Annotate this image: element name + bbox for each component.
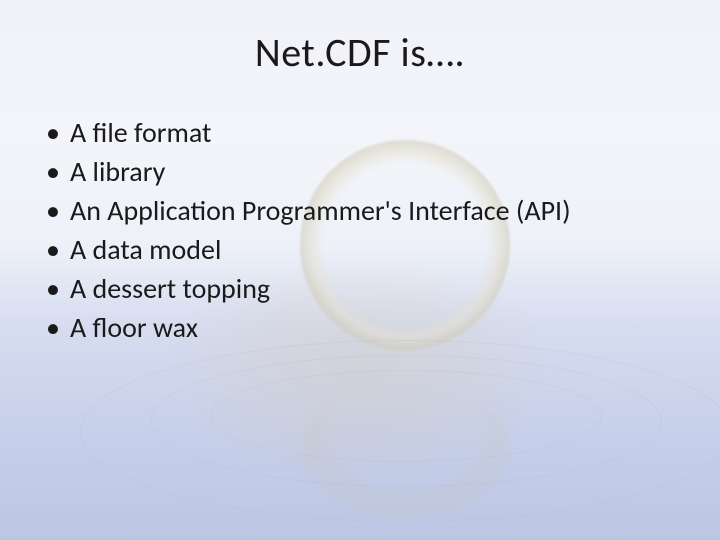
slide-body: A file format A library An Application P… <box>42 115 680 349</box>
list-item: An Application Programmer's Interface (A… <box>42 193 680 228</box>
list-item: A library <box>42 154 680 189</box>
list-item: A file format <box>42 115 680 150</box>
ripple <box>80 340 720 522</box>
bullet-list: A file format A library An Application P… <box>42 115 680 345</box>
list-item: A data model <box>42 232 680 267</box>
slide-title: Net.CDF is…. <box>0 28 720 77</box>
list-item: A floor wax <box>42 310 680 345</box>
list-item: A dessert topping <box>42 271 680 306</box>
slide: Net.CDF is…. A file format A library An … <box>0 0 720 540</box>
